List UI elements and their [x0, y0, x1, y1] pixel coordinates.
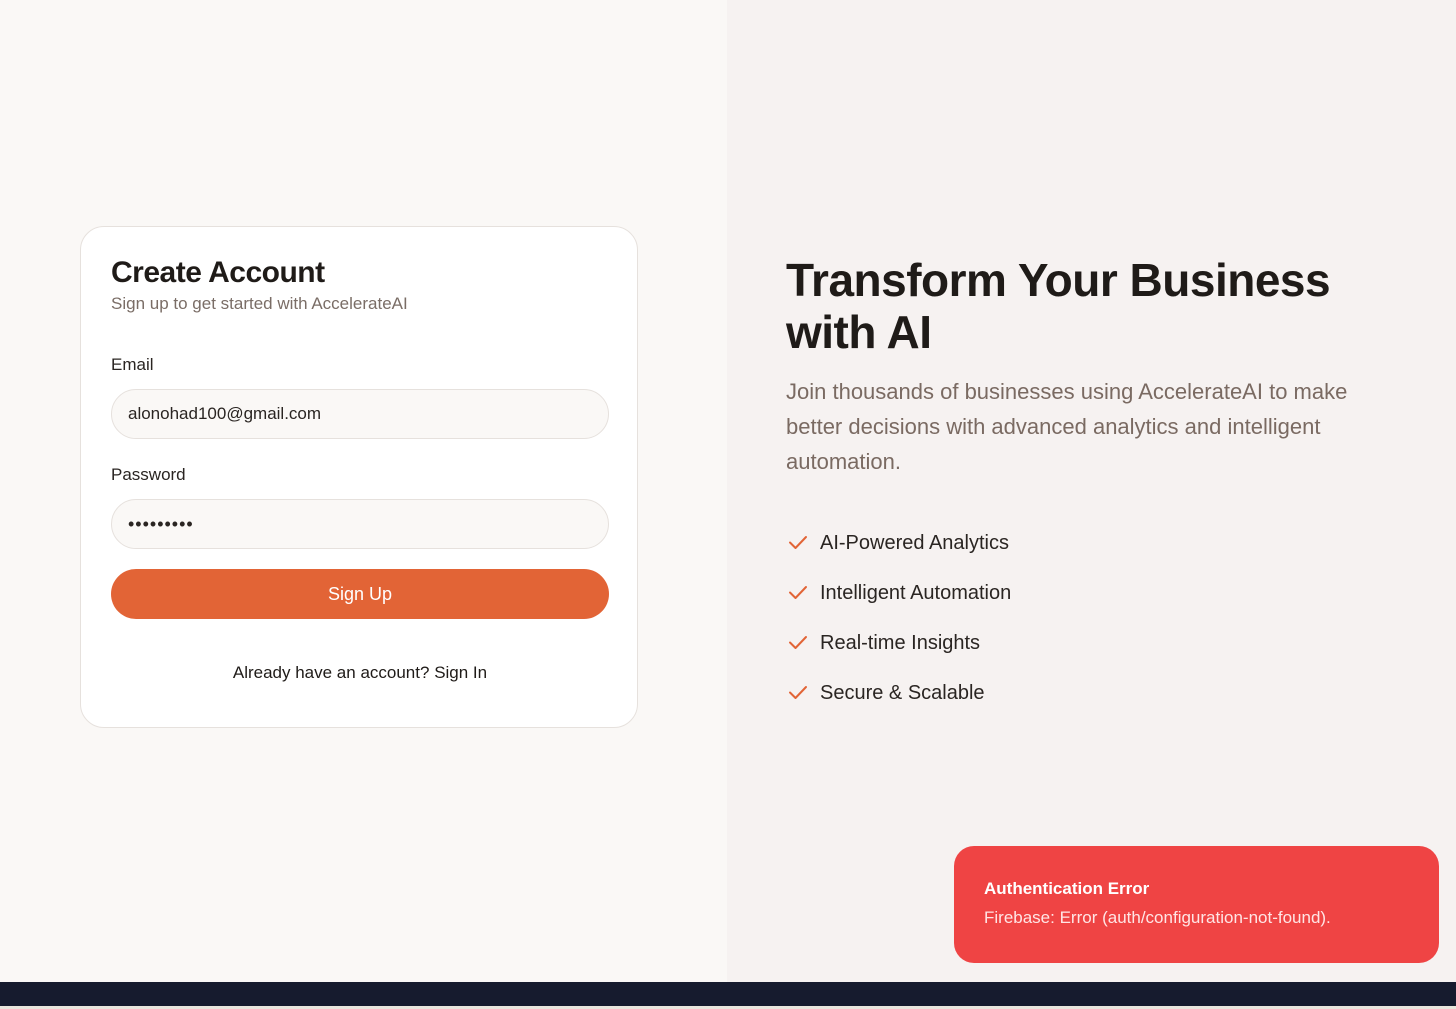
signin-row: Already have an account? Sign In: [81, 663, 639, 683]
right-panel: [727, 0, 1456, 982]
card-title: Create Account: [111, 256, 325, 289]
error-toast[interactable]: Authentication Error Firebase: Error (au…: [954, 846, 1439, 963]
feature-label: Real-time Insights: [820, 631, 981, 654]
toast-message: Firebase: Error (auth/configuration-not-…: [984, 908, 1331, 927]
feature-label: Secure & Scalable: [820, 681, 985, 704]
feature-list: AI-Powered Analytics Intelligent Automat…: [786, 518, 1011, 718]
toast-title: Authentication Error: [984, 879, 1150, 898]
email-label: Email: [111, 355, 154, 374]
bottom-bar: [0, 982, 1456, 1009]
hero-description: Join thousands of businesses using Accel…: [786, 379, 1348, 474]
hero-title: Transform Your Business with AI: [786, 254, 1331, 358]
check-icon: [789, 536, 807, 549]
left-panel: Create Account Sign up to get started wi…: [0, 0, 727, 982]
feature-label: AI-Powered Analytics: [820, 531, 1009, 554]
signin-link[interactable]: Sign In: [434, 663, 487, 682]
signup-button[interactable]: Sign Up: [111, 569, 609, 619]
page: Create Account Sign up to get started wi…: [0, 0, 1456, 1009]
signup-card: Create Account Sign up to get started wi…: [80, 226, 638, 728]
password-label: Password: [111, 465, 186, 484]
feature-item: Real-time Insights: [786, 618, 1011, 668]
feature-item: AI-Powered Analytics: [786, 518, 1011, 568]
card-subtitle: Sign up to get started with AccelerateAI: [111, 294, 408, 313]
feature-item: Intelligent Automation: [786, 568, 1011, 618]
feature-item: Secure & Scalable: [786, 668, 1011, 718]
check-icon: [789, 686, 807, 699]
check-icon: [789, 586, 807, 599]
password-input[interactable]: •••••••••: [111, 499, 609, 549]
signin-prompt: Already have an account?: [232, 663, 430, 682]
email-input[interactable]: alonohad100@gmail.com: [111, 389, 609, 439]
feature-label: Intelligent Automation: [820, 581, 1012, 604]
check-icon: [789, 636, 807, 649]
